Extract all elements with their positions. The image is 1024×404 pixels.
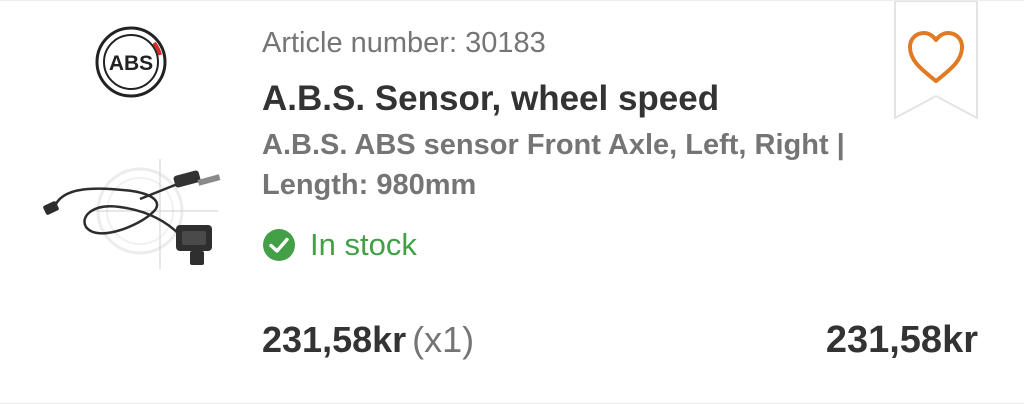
svg-text:ABS: ABS: [109, 52, 153, 75]
article-number: Article number: 30183: [262, 27, 546, 59]
total-price: 231,58kr: [825, 319, 978, 361]
brand-logo: ABS: [95, 26, 167, 98]
product-description: A.B.S. ABS sensor Front Axle, Left, Righ…: [262, 129, 845, 201]
quantity: (x1): [412, 319, 475, 360]
check-circle-icon: [263, 229, 295, 261]
unit-price: 231,58kr (x1): [262, 319, 474, 361]
product-image[interactable]: [40, 151, 230, 271]
favorite-button[interactable]: [894, 1, 978, 119]
stock-label: In stock: [310, 227, 417, 262]
product-card[interactable]: ABS Article number: 30183 A.B.S. Sensor,…: [0, 0, 1024, 404]
product-title[interactable]: A.B.S. Sensor, wheel speed: [262, 79, 719, 119]
stock-status: In stock: [262, 225, 417, 265]
unit-price-value: 231,58kr: [262, 319, 407, 360]
